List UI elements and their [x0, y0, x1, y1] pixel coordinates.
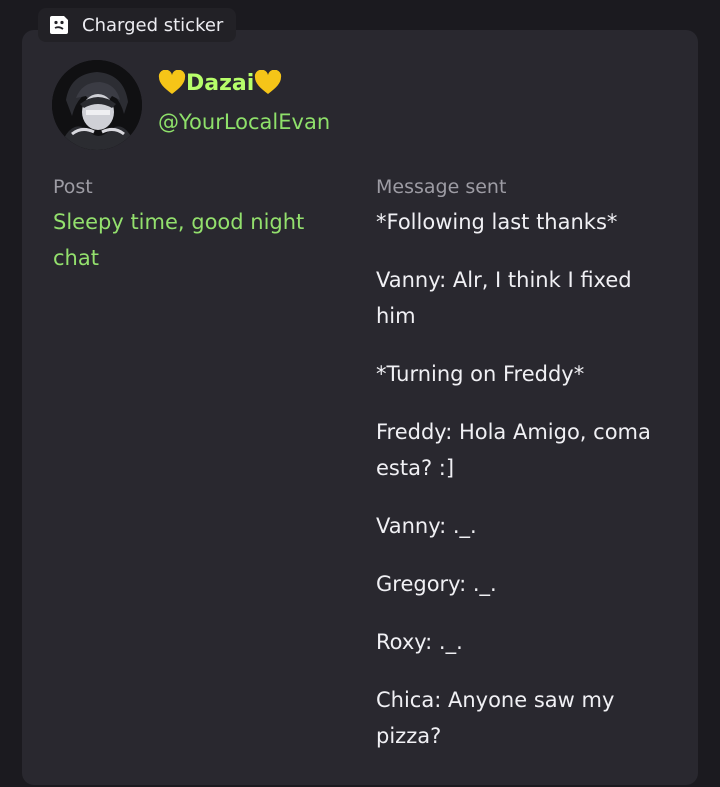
- user-handle[interactable]: @YourLocalEvan: [158, 110, 330, 134]
- message-body: *Following last thanks* Vanny: Alr, I th…: [376, 204, 676, 776]
- avatar[interactable]: [52, 60, 142, 150]
- message-label: Message sent: [376, 176, 507, 198]
- sticker-icon: [48, 14, 70, 36]
- message-line: *Following last thanks*: [376, 210, 618, 234]
- display-name[interactable]: Dazai: [158, 69, 282, 96]
- message-line: Roxy: ._.: [376, 630, 463, 654]
- post-text: Sleepy time, good night chat: [53, 210, 305, 270]
- message-line: *Turning on Freddy*: [376, 362, 585, 386]
- message-line: Vanny: ._.: [376, 514, 477, 538]
- message-line: Vanny: Alr, I think I fixed him: [376, 268, 632, 328]
- display-name-text: Dazai: [186, 70, 255, 96]
- yellow-heart-icon: [158, 69, 186, 96]
- charged-sticker-badge[interactable]: Charged sticker: [38, 8, 237, 42]
- post-label: Post: [53, 176, 93, 198]
- message-line: Chica: Anyone saw my pizza?: [376, 688, 615, 748]
- message-line: Freddy: Hola Amigo, coma esta? :]: [376, 420, 651, 480]
- message-line: Gregory: ._.: [376, 572, 497, 596]
- sticker-label: Charged sticker: [82, 14, 224, 36]
- yellow-heart-icon: [254, 69, 282, 96]
